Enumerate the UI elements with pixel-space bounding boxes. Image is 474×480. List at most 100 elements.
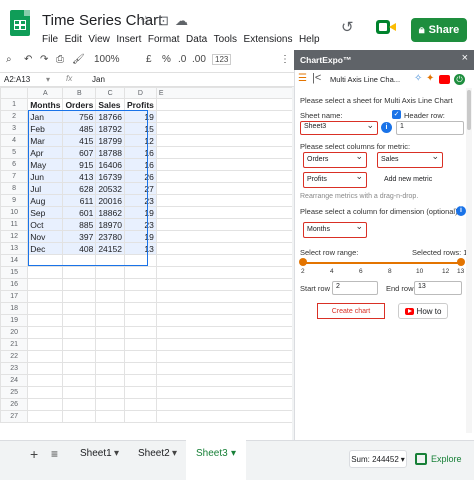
cell-c[interactable] [95, 314, 125, 327]
row-header[interactable]: 26 [0, 398, 29, 411]
cell-a[interactable] [27, 350, 64, 363]
cell-c[interactable] [95, 326, 125, 339]
row-range-slider[interactable] [303, 262, 461, 264]
cell-c[interactable]: 18799 [95, 134, 125, 147]
row-header[interactable]: 12 [0, 230, 29, 243]
increase-decimal-button[interactable]: .00 [192, 54, 206, 65]
metric-select-profits[interactable]: Profits [303, 171, 367, 188]
cell-b[interactable]: 485 [62, 122, 97, 135]
range-start-handle[interactable] [299, 258, 307, 266]
cell-d[interactable] [123, 302, 157, 315]
metric-select-orders[interactable]: Orders [303, 151, 367, 168]
cell-c[interactable] [95, 386, 125, 399]
end-row-input[interactable]: 13 [414, 281, 462, 295]
cell-a[interactable]: May [27, 158, 64, 171]
cell-d[interactable] [123, 254, 157, 267]
redo-icon[interactable]: ↷ [40, 54, 48, 65]
cell-c[interactable]: 24152 [95, 242, 125, 255]
cell-b[interactable] [62, 386, 97, 399]
row-header[interactable]: 23 [0, 362, 29, 375]
name-box-dropdown-icon[interactable]: ▾ [46, 75, 50, 84]
sheet-tab-2[interactable]: Sheet2 [138, 448, 170, 459]
sheet-tab-2-dropdown-icon[interactable]: ▾ [172, 448, 177, 459]
cell-b[interactable]: 415 [62, 134, 97, 147]
cell-e[interactable] [155, 122, 295, 135]
cloud-status-icon[interactable]: ☁ [175, 13, 188, 29]
cell-b[interactable] [62, 326, 97, 339]
sheet-select[interactable]: Sheet3 [300, 120, 378, 135]
cell-a[interactable] [27, 278, 64, 291]
cell-b[interactable] [62, 266, 97, 279]
cell-b[interactable]: 756 [62, 110, 97, 123]
theme-icon[interactable]: ✦ [426, 73, 434, 84]
cell-b[interactable] [62, 398, 97, 411]
spreadsheet-grid[interactable]: A B C D E 1 Months Orders Sales Profits 2 Jan 7… [0, 87, 295, 423]
meet-icon[interactable] [376, 18, 398, 36]
cell-b[interactable]: 601 [62, 206, 97, 219]
menu-tools[interactable]: Tools [214, 34, 237, 45]
cell-d[interactable]: 23 [123, 218, 157, 231]
cell-a[interactable]: Oct [27, 218, 64, 231]
currency-button[interactable]: £ [146, 54, 152, 65]
column-header-a[interactable]: A [27, 87, 64, 99]
start-row-input[interactable]: 2 [332, 281, 378, 295]
row-header[interactable]: 15 [0, 266, 29, 279]
cell-a[interactable] [27, 290, 64, 303]
cell-d[interactable] [123, 374, 157, 387]
cell-d[interactable] [123, 338, 157, 351]
cell-a[interactable] [27, 266, 64, 279]
hamburger-menu-icon[interactable]: ☰ [298, 73, 307, 84]
cell-b[interactable] [62, 338, 97, 351]
cell-b[interactable] [62, 362, 97, 375]
cell-c[interactable] [95, 398, 125, 411]
all-sheets-button[interactable]: ≡ [51, 447, 58, 461]
metric-select-sales[interactable]: Sales [377, 151, 443, 168]
cell-a[interactable]: Feb [27, 122, 64, 135]
cell-a[interactable] [27, 314, 64, 327]
row-header[interactable]: 13 [0, 242, 29, 255]
cell-c[interactable] [95, 254, 125, 267]
menu-view[interactable]: View [88, 34, 110, 45]
cell-a[interactable]: Nov [27, 230, 64, 243]
cell-d[interactable] [123, 314, 157, 327]
sheets-logo-icon[interactable] [10, 10, 30, 36]
paint-format-icon[interactable]: 🖌︎ [72, 54, 85, 65]
decrease-decimal-button[interactable]: .0 [178, 54, 186, 65]
how-to-button[interactable]: How to [398, 303, 448, 319]
cell-b[interactable] [62, 290, 97, 303]
star-icon[interactable]: ☆ [140, 13, 152, 29]
create-chart-button[interactable]: Create chart [317, 303, 385, 319]
cell-e[interactable] [155, 374, 295, 387]
cell-e[interactable] [155, 362, 295, 375]
cell-c[interactable] [95, 350, 125, 363]
close-icon[interactable]: × [462, 52, 468, 64]
header-row-input[interactable]: 1 [396, 121, 464, 135]
row-header[interactable]: 22 [0, 350, 29, 363]
cell-c[interactable] [95, 374, 125, 387]
cell-d[interactable]: Profits [123, 98, 157, 111]
cell-table[interactable]: A B C D E 1 Months Orders Sales Profits 2 Jan 7… [0, 87, 295, 423]
cell-a[interactable]: Apr [27, 146, 64, 159]
dimension-select[interactable]: Months [303, 221, 367, 238]
cell-e[interactable] [155, 254, 295, 267]
cell-b[interactable]: Orders [62, 98, 97, 111]
sheet-tab-3[interactable]: Sheet3 [196, 448, 228, 459]
cell-a[interactable] [27, 374, 64, 387]
cell-e[interactable] [155, 386, 295, 399]
cell-a[interactable] [27, 386, 64, 399]
cell-a[interactable]: Dec [27, 242, 64, 255]
cell-b[interactable] [62, 254, 97, 267]
cell-a[interactable]: Aug [27, 194, 64, 207]
cell-b[interactable]: 628 [62, 182, 97, 195]
cell-e[interactable] [155, 302, 295, 315]
cell-a[interactable] [27, 326, 64, 339]
cell-a[interactable]: Jun [27, 170, 64, 183]
cell-e[interactable] [155, 158, 295, 171]
cell-c[interactable]: 16406 [95, 158, 125, 171]
cell-e[interactable] [155, 242, 295, 255]
cell-a[interactable] [27, 398, 64, 411]
cell-c[interactable]: 18862 [95, 206, 125, 219]
cell-e[interactable] [155, 218, 295, 231]
info-icon[interactable]: i [381, 122, 392, 133]
cell-d[interactable] [123, 266, 157, 279]
